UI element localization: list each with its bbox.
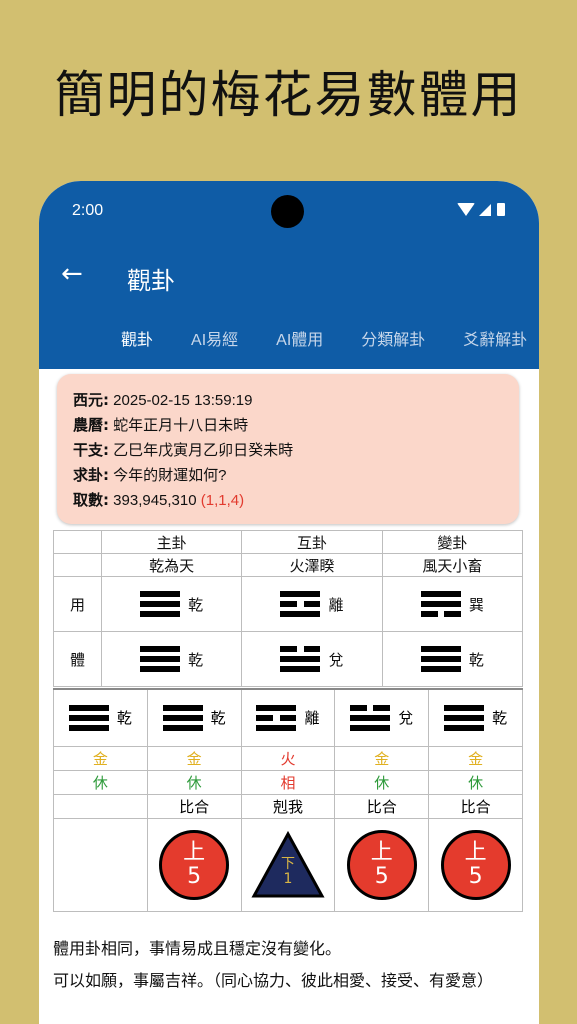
element-cell: 金 (53, 745, 148, 771)
tab-category[interactable]: 分類解卦 (342, 327, 444, 369)
upper-circle-badge: 上5 (440, 829, 511, 900)
app-bar: 2:00 ← 觀卦 觀卦 AI易經 AI體用 分類解卦 爻辭解卦 (39, 181, 539, 381)
trigram-qian-icon (420, 646, 461, 672)
page-title: 觀卦 (127, 267, 175, 295)
upper-circle-badge: 上5 (346, 829, 417, 900)
header-main: 主卦 (100, 530, 243, 554)
relation-cell: 剋我 (240, 793, 336, 819)
ti-label: 體 (53, 631, 102, 687)
upper-circle-badge: 上5 (159, 829, 230, 900)
trigram-qian-icon (68, 704, 109, 731)
info-row-date: 西元: 2025-02-15 13:59:19 (73, 391, 253, 409)
state-cell: 休 (146, 769, 242, 795)
phone-screen: 2:00 ← 觀卦 觀卦 AI易經 AI體用 分類解卦 爻辭解卦 西元: 202… (39, 181, 539, 1024)
info-row-ganzhi: 干支: 乙巳年戊寅月乙卯日癸未時 (73, 441, 294, 459)
trigram-li-icon (256, 704, 297, 731)
promo-title: 簡明的梅花易數體用 (54, 66, 523, 124)
element-cell: 金 (146, 745, 242, 771)
yong-label: 用 (53, 576, 102, 632)
lower-triangle-badge: 下 1 (251, 830, 325, 899)
element-cell: 金 (428, 745, 523, 771)
trigram-li-icon (280, 591, 321, 617)
camera-cutout (271, 195, 304, 228)
state-cell: 休 (53, 769, 148, 795)
info-row-numbers: 取數: 393,945,310 (1,1,4) (73, 491, 245, 509)
wifi-icon (457, 203, 475, 216)
element-cell: 金 (334, 745, 430, 771)
header-mutual: 互卦 (241, 530, 383, 554)
description: 體用卦相同，事情易成且穩定沒有變化。 可以如願，事屬吉祥。（同心協力、彼此相愛、… (53, 937, 523, 1001)
battery-icon (497, 203, 505, 216)
state-cell: 休 (334, 769, 430, 795)
description-line: 體用卦相同，事情易成且穩定沒有變化。 (53, 939, 342, 958)
tab-bar: 觀卦 AI易經 AI體用 分類解卦 爻辭解卦 (39, 327, 539, 381)
relation-cell: 比合 (334, 793, 430, 819)
info-card: 西元: 2025-02-15 13:59:19 農曆: 蛇年正月十八日未時 干支… (57, 374, 519, 524)
trigram-qian-icon (140, 646, 181, 672)
trigram-xun-icon (420, 591, 461, 617)
status-time: 2:00 (72, 202, 104, 219)
trigram-qian-icon (444, 704, 485, 731)
gua-name: 乾為天 (100, 553, 243, 577)
relation-cell: 比合 (146, 793, 242, 819)
tab-ai-yijing[interactable]: AI易經 (172, 327, 257, 369)
tab-yaoci[interactable]: 爻辭解卦 (444, 327, 539, 369)
relation-cell: 比合 (428, 793, 523, 819)
info-row-lunar: 農曆: 蛇年正月十八日未時 (73, 416, 249, 434)
signal-icon (479, 203, 491, 216)
header-change: 變卦 (381, 530, 524, 554)
back-arrow-icon[interactable]: ← (61, 259, 83, 289)
relation-table: 乾 乾 離 兌 乾 金 金 火 金 金 休 休 相 休 休 比合 剋我 比合 比… (53, 688, 523, 912)
element-cell: 火 (240, 745, 336, 771)
tab-guan-gua[interactable]: 觀卦 (102, 327, 172, 381)
status-icons (457, 203, 505, 216)
gua-name: 火澤睽 (241, 553, 383, 577)
trigram-qian-icon (162, 704, 203, 731)
gua-table: 主卦 互卦 變卦 乾為天 火澤睽 風天小畜 用 乾 離 巽 體 乾 兌 乾 (53, 530, 524, 687)
trigram-dui-icon (280, 646, 321, 672)
state-cell: 相 (240, 769, 336, 795)
state-cell: 休 (428, 769, 523, 795)
trigram-qian-icon (140, 591, 181, 617)
tab-ai-tiyong[interactable]: AI體用 (257, 327, 342, 369)
trigram-dui-icon (350, 704, 391, 731)
relation-cell (53, 793, 148, 819)
description-line: 可以如願，事屬吉祥。（同心協力、彼此相愛、接受、有愛意） (53, 971, 494, 990)
gua-name: 風天小畜 (381, 553, 524, 577)
info-row-question: 求卦: 今年的財運如何? (73, 466, 227, 484)
